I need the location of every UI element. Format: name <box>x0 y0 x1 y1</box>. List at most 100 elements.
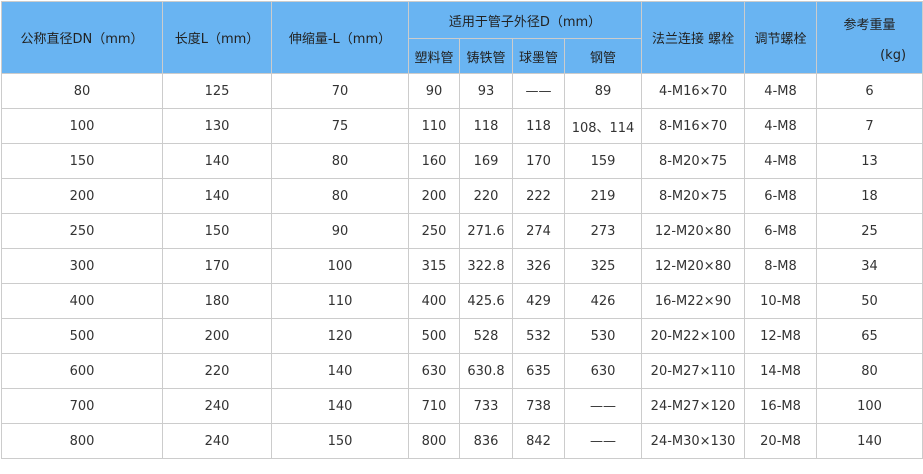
cell-dn: 100 <box>1 108 163 144</box>
cell-flange-bolt: 24-M27×120 <box>641 388 746 424</box>
cell-stretch: 140 <box>271 388 409 424</box>
header-weight-label: 参考重量 <box>843 18 896 33</box>
cell-length: 240 <box>162 423 272 459</box>
cell-weight: 25 <box>816 213 923 249</box>
cell-steel: 273 <box>563 213 643 249</box>
table-body: 80 125 70 90 93 —— 89 4-M16×70 4-M8 6 100 130 75 110 1… <box>1 73 923 459</box>
cell-steel: 89 <box>563 73 643 109</box>
table-row: 600 220 140 630 630.8 635 630 20-M27×110 14-M8 80 <box>1 353 923 389</box>
cell-weight: 65 <box>816 318 923 354</box>
cell-cast-iron: 425.6 <box>459 283 513 319</box>
cell-stretch: 150 <box>271 423 409 459</box>
header-adjust-bolt: 调节螺栓 <box>744 1 818 74</box>
cell-weight: 13 <box>816 143 923 179</box>
cell-flange-bolt: 12-M20×80 <box>641 213 746 249</box>
cell-cast-iron: 118 <box>459 108 513 144</box>
table-row: 200 140 80 200 220 222 219 8-M20×75 6-M8 18 <box>1 178 923 214</box>
cell-weight: 140 <box>816 423 923 459</box>
cell-plastic: 400 <box>408 283 460 319</box>
cell-adjust-bolt: 20-M8 <box>744 423 818 459</box>
cell-dn: 300 <box>1 248 163 284</box>
cell-steel: 219 <box>563 178 643 214</box>
cell-ductile: —— <box>512 73 565 109</box>
header-steel: 钢管 <box>563 38 643 74</box>
cell-plastic: 110 <box>408 108 460 144</box>
cell-ductile: 274 <box>512 213 565 249</box>
cell-flange-bolt: 20-M27×110 <box>641 353 746 389</box>
cell-length: 130 <box>162 108 272 144</box>
cell-ductile: 842 <box>512 423 565 459</box>
cell-length: 170 <box>162 248 272 284</box>
cell-steel: —— <box>563 388 643 424</box>
spec-table: 公称直径DN（mm） 长度L（mm） 伸缩量-L（mm） 适用于管子外径D（mm… <box>1 1 923 459</box>
cell-adjust-bolt: 4-M8 <box>744 73 818 109</box>
cell-adjust-bolt: 12-M8 <box>744 318 818 354</box>
cell-plastic: 630 <box>408 353 460 389</box>
cell-steel: 426 <box>563 283 643 319</box>
cell-length: 240 <box>162 388 272 424</box>
cell-cast-iron: 836 <box>459 423 513 459</box>
cell-length: 220 <box>162 353 272 389</box>
cell-flange-bolt: 16-M22×90 <box>641 283 746 319</box>
cell-cast-iron: 733 <box>459 388 513 424</box>
cell-dn: 700 <box>1 388 163 424</box>
cell-cast-iron: 630.8 <box>459 353 513 389</box>
cell-plastic: 500 <box>408 318 460 354</box>
cell-adjust-bolt: 10-M8 <box>744 283 818 319</box>
table-row: 80 125 70 90 93 —— 89 4-M16×70 4-M8 6 <box>1 73 923 109</box>
header-flange-bolt: 法兰连接 螺栓 <box>641 1 746 74</box>
header-cast-iron: 铸铁管 <box>459 38 513 74</box>
cell-ductile: 170 <box>512 143 565 179</box>
cell-stretch: 120 <box>271 318 409 354</box>
cell-steel: 159 <box>563 143 643 179</box>
cell-dn: 250 <box>1 213 163 249</box>
cell-weight: 7 <box>816 108 923 144</box>
cell-ductile: 738 <box>512 388 565 424</box>
cell-dn: 80 <box>1 73 163 109</box>
cell-weight: 100 <box>816 388 923 424</box>
cell-plastic: 315 <box>408 248 460 284</box>
table-row: 100 130 75 110 118 118 108、114 8-M16×70 4-M8 7 <box>1 108 923 144</box>
cell-cast-iron: 169 <box>459 143 513 179</box>
header-ductile: 球墨管 <box>512 38 565 74</box>
cell-steel: —— <box>563 423 643 459</box>
cell-adjust-bolt: 4-M8 <box>744 143 818 179</box>
cell-length: 140 <box>162 178 272 214</box>
cell-plastic: 250 <box>408 213 460 249</box>
cell-weight: 50 <box>816 283 923 319</box>
cell-cast-iron: 271.6 <box>459 213 513 249</box>
cell-flange-bolt: 8-M20×75 <box>641 143 746 179</box>
cell-length: 180 <box>162 283 272 319</box>
header-plastic: 塑料管 <box>408 38 460 74</box>
cell-steel: 108、114 <box>563 108 643 144</box>
cell-stretch: 70 <box>271 73 409 109</box>
cell-dn: 400 <box>1 283 163 319</box>
cell-dn: 150 <box>1 143 163 179</box>
cell-weight: 6 <box>816 73 923 109</box>
table-row: 500 200 120 500 528 532 530 20-M22×100 12-M8 65 <box>1 318 923 354</box>
cell-flange-bolt: 20-M22×100 <box>641 318 746 354</box>
cell-flange-bolt: 8-M16×70 <box>641 108 746 144</box>
cell-stretch: 140 <box>271 353 409 389</box>
cell-flange-bolt: 24-M30×130 <box>641 423 746 459</box>
cell-ductile: 635 <box>512 353 565 389</box>
cell-steel: 530 <box>563 318 643 354</box>
cell-length: 125 <box>162 73 272 109</box>
cell-cast-iron: 93 <box>459 73 513 109</box>
table-row: 700 240 140 710 733 738 —— 24-M27×120 16-M8 100 <box>1 388 923 424</box>
cell-cast-iron: 528 <box>459 318 513 354</box>
cell-stretch: 90 <box>271 213 409 249</box>
cell-stretch: 110 <box>271 283 409 319</box>
cell-adjust-bolt: 16-M8 <box>744 388 818 424</box>
cell-ductile: 222 <box>512 178 565 214</box>
cell-flange-bolt: 4-M16×70 <box>641 73 746 109</box>
cell-stretch: 100 <box>271 248 409 284</box>
header-od-group: 适用于管子外径D（mm） <box>407 1 643 39</box>
cell-length: 200 <box>162 318 272 354</box>
cell-adjust-bolt: 4-M8 <box>744 108 818 144</box>
cell-cast-iron: 220 <box>459 178 513 214</box>
cell-steel: 630 <box>563 353 643 389</box>
table-row: 400 180 110 400 425.6 429 426 16-M22×90 10-M8 50 <box>1 283 923 319</box>
cell-weight: 18 <box>816 178 923 214</box>
cell-length: 150 <box>162 213 272 249</box>
